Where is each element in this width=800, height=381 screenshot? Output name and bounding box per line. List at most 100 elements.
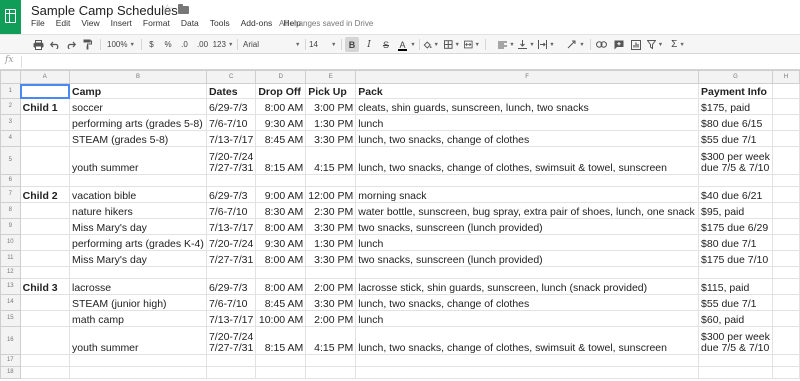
cell[interactable]: 6/29-7/3 bbox=[205, 186, 257, 203]
cell[interactable] bbox=[771, 250, 800, 267]
column-header[interactable]: G bbox=[698, 70, 773, 84]
cell[interactable] bbox=[19, 146, 71, 175]
cell[interactable] bbox=[69, 174, 207, 187]
cell[interactable] bbox=[19, 326, 71, 355]
menu-tools[interactable]: Tools bbox=[210, 18, 230, 32]
cell[interactable]: youth summer bbox=[69, 146, 207, 175]
column-header[interactable]: B bbox=[69, 70, 207, 84]
cell[interactable]: 12:00 PM bbox=[305, 186, 357, 203]
cell[interactable] bbox=[255, 266, 307, 279]
redo-icon[interactable] bbox=[64, 37, 77, 52]
cell[interactable]: 7/6-7/10 bbox=[205, 114, 257, 131]
cell[interactable] bbox=[19, 202, 71, 219]
cell[interactable]: soccer bbox=[69, 98, 207, 115]
formula-input[interactable] bbox=[25, 55, 785, 69]
cell[interactable]: 8:45 AM bbox=[255, 130, 307, 147]
cell[interactable]: lunch, two snacks, change of clothes, sw… bbox=[355, 146, 700, 175]
cell[interactable] bbox=[355, 266, 700, 279]
cell[interactable]: Child 3 bbox=[19, 278, 71, 295]
cell[interactable]: 8:00 AM bbox=[255, 278, 307, 295]
cell[interactable] bbox=[19, 266, 71, 279]
italic-button[interactable]: I bbox=[363, 37, 375, 52]
cell[interactable] bbox=[205, 366, 257, 379]
text-color-button[interactable]: A bbox=[396, 37, 409, 52]
cell[interactable] bbox=[355, 366, 700, 379]
cell[interactable]: lunch, two snacks, change of clothes bbox=[355, 130, 700, 147]
cell[interactable] bbox=[771, 278, 800, 295]
row-number[interactable]: 10 bbox=[0, 234, 21, 251]
cell[interactable]: lunch bbox=[355, 310, 700, 327]
cell[interactable] bbox=[698, 174, 773, 187]
cell[interactable]: $55 due 7/1 bbox=[698, 130, 773, 147]
cell[interactable]: vacation bible bbox=[69, 186, 207, 203]
cell[interactable]: STEAM (grades 5-8) bbox=[69, 130, 207, 147]
cell[interactable] bbox=[255, 366, 307, 379]
cell[interactable] bbox=[771, 186, 800, 203]
select-all-corner[interactable] bbox=[0, 70, 21, 84]
percent-format-button[interactable]: % bbox=[162, 37, 174, 52]
row-number[interactable]: 2 bbox=[0, 98, 21, 115]
menu-insert[interactable]: Insert bbox=[111, 18, 132, 32]
bold-button[interactable]: B bbox=[345, 37, 359, 52]
cell[interactable] bbox=[771, 83, 800, 99]
cell[interactable]: $80 due 7/1 bbox=[698, 234, 773, 251]
cell[interactable]: 4:15 PM bbox=[305, 146, 357, 175]
vertical-align-icon[interactable]: ▼ bbox=[518, 37, 535, 52]
column-header[interactable]: E bbox=[305, 70, 357, 84]
paint-format-icon[interactable] bbox=[81, 37, 94, 52]
cell[interactable]: $55 due 7/1 bbox=[698, 294, 773, 311]
cell[interactable] bbox=[19, 294, 71, 311]
fill-color-icon[interactable]: ▼ bbox=[423, 37, 439, 52]
cell[interactable] bbox=[19, 130, 71, 147]
cell[interactable]: 9:00 AM bbox=[255, 186, 307, 203]
column-header[interactable]: C bbox=[205, 70, 257, 84]
cell[interactable] bbox=[205, 266, 257, 279]
cell[interactable] bbox=[771, 202, 800, 219]
cell[interactable] bbox=[771, 294, 800, 311]
cell[interactable] bbox=[771, 174, 800, 187]
cell[interactable]: 7/20-7/24 bbox=[205, 234, 257, 251]
cell[interactable]: Pack bbox=[355, 83, 700, 99]
row-number[interactable]: 7 bbox=[0, 186, 21, 203]
cell[interactable] bbox=[255, 354, 307, 367]
strikethrough-button[interactable]: S bbox=[380, 37, 392, 52]
cell[interactable]: Dates bbox=[205, 83, 257, 99]
save-status[interactable]: All changes saved in Drive bbox=[279, 19, 373, 28]
cell[interactable]: Child 2 bbox=[19, 186, 71, 203]
text-wrap-icon[interactable]: ▼ bbox=[538, 37, 555, 52]
insert-comment-icon[interactable] bbox=[612, 37, 626, 52]
more-formats-select[interactable]: 123 ▼ bbox=[213, 37, 234, 52]
cell[interactable]: $300 per week due 7/5 & 7/10 bbox=[698, 146, 773, 175]
row-number[interactable]: 18 bbox=[0, 366, 21, 379]
cell[interactable]: nature hikers bbox=[69, 202, 207, 219]
row-number[interactable]: 5 bbox=[0, 146, 21, 175]
column-header[interactable]: D bbox=[255, 70, 307, 84]
merge-cells-icon[interactable]: ▼ bbox=[464, 37, 480, 52]
column-header[interactable]: F bbox=[355, 70, 700, 84]
cell[interactable]: STEAM (junior high) bbox=[69, 294, 207, 311]
cell[interactable]: 1:30 PM bbox=[305, 114, 357, 131]
cell[interactable]: cleats, shin guards, sunscreen, lunch, t… bbox=[355, 98, 700, 115]
menu-addons[interactable]: Add-ons bbox=[241, 18, 273, 32]
filter-icon[interactable]: ▼ bbox=[646, 37, 664, 52]
cell[interactable]: lunch bbox=[355, 234, 700, 251]
font-size-select[interactable]: 14 ▼ bbox=[309, 37, 339, 52]
cell[interactable] bbox=[771, 366, 800, 379]
cell[interactable] bbox=[698, 354, 773, 367]
cell[interactable]: 7/27-7/31 bbox=[205, 250, 257, 267]
cell[interactable]: 7/20-7/24 7/27-7/31 bbox=[205, 146, 257, 175]
document-title[interactable]: Sample Camp Schedules bbox=[31, 3, 178, 18]
cell[interactable]: lunch, two snacks, change of clothes, sw… bbox=[355, 326, 700, 355]
cell[interactable]: $60, paid bbox=[698, 310, 773, 327]
cell[interactable]: lunch, two snacks, change of clothes bbox=[355, 294, 700, 311]
borders-icon[interactable]: ▼ bbox=[444, 37, 460, 52]
cell[interactable]: Child 1 bbox=[19, 98, 71, 115]
cell[interactable]: 7/13-7/17 bbox=[205, 130, 257, 147]
cell[interactable]: 8:15 AM bbox=[255, 146, 307, 175]
menu-format[interactable]: Format bbox=[143, 18, 170, 32]
cell[interactable]: 1:30 PM bbox=[305, 234, 357, 251]
cell[interactable]: $95, paid bbox=[698, 202, 773, 219]
row-number[interactable]: 9 bbox=[0, 218, 21, 235]
cell[interactable]: math camp bbox=[69, 310, 207, 327]
cell[interactable]: performing arts (grades 5-8) bbox=[69, 114, 207, 131]
